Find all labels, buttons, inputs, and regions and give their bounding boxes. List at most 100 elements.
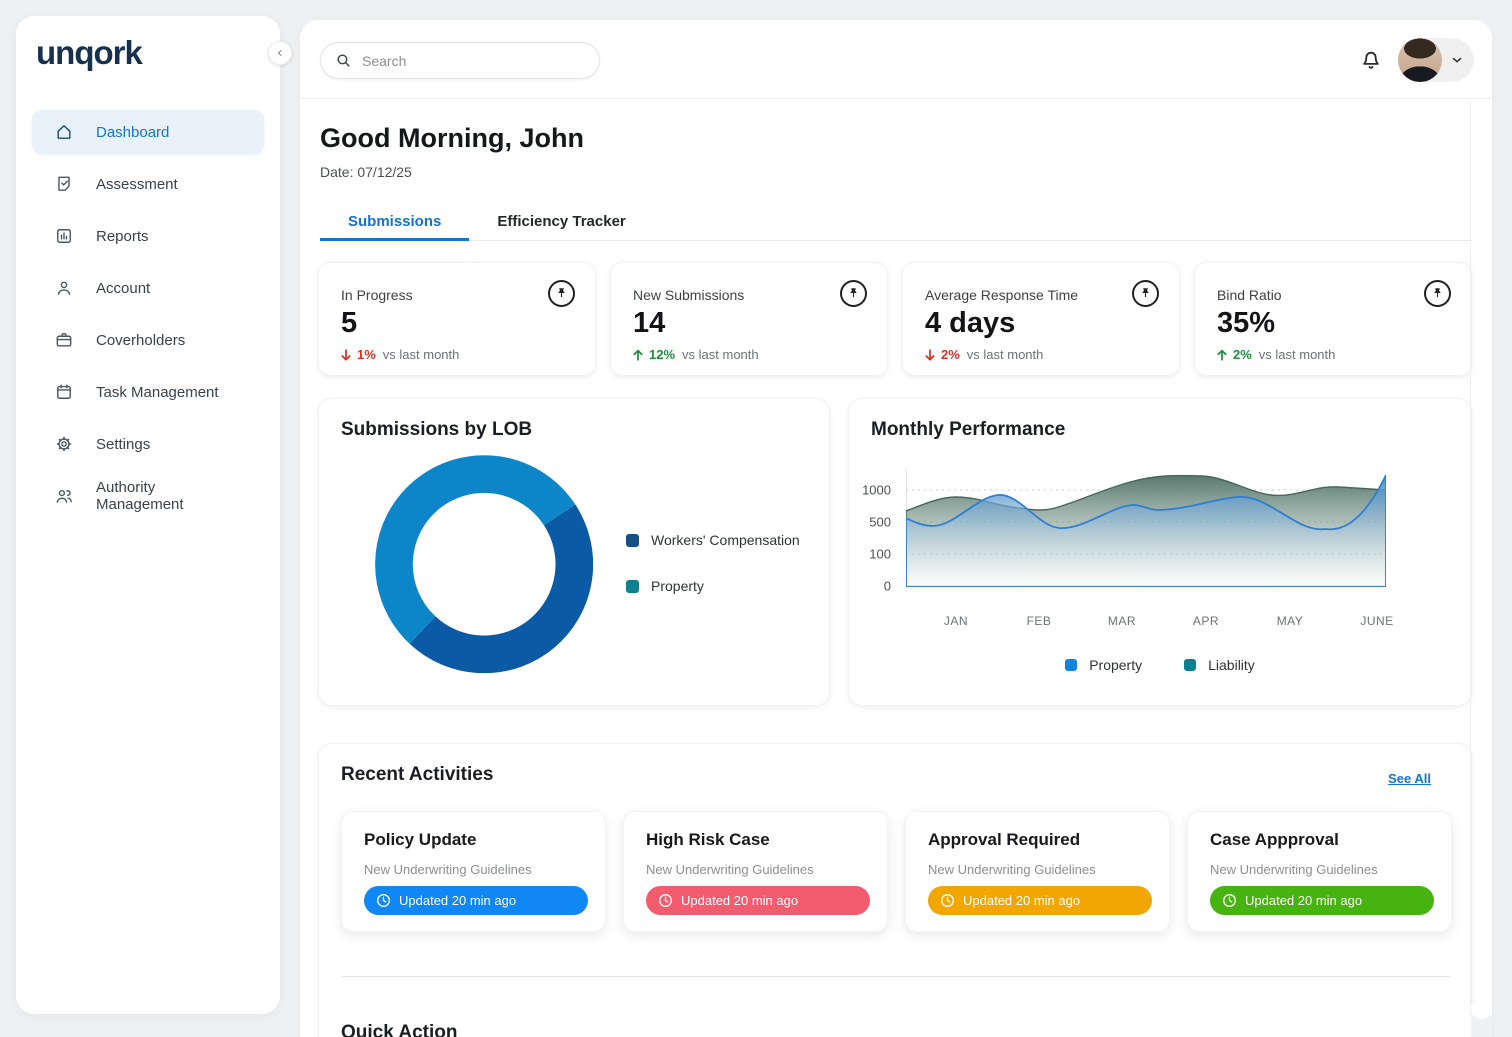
activity-status-badge[interactable]: Updated 20 min ago (928, 886, 1152, 915)
pin-icon[interactable] (1132, 280, 1159, 307)
activity-status-badge[interactable]: Updated 20 min ago (364, 886, 588, 915)
activity-subtitle: New Underwriting Guidelines (646, 862, 814, 877)
section-title: Recent Activities (341, 764, 493, 786)
clock-icon (940, 893, 955, 908)
user-menu[interactable] (1398, 38, 1474, 82)
sidebar-item-label: Account (96, 280, 150, 297)
stat-value: 5 (341, 307, 357, 340)
home-icon (54, 122, 74, 142)
legend-label: Liability (1208, 657, 1255, 673)
stat-delta: 2% vs last month (923, 347, 1043, 362)
delta-percent: 12% (649, 347, 675, 362)
main-panel: Good Morning, John Date: 07/12/25 Submis… (300, 20, 1492, 1037)
activity-title: High Risk Case (646, 830, 770, 850)
person-icon (54, 278, 74, 298)
legend-label: Property (651, 578, 704, 594)
area-chart (906, 461, 1386, 587)
legend-swatch (1184, 659, 1196, 671)
topbar (300, 20, 1492, 99)
delta-compare: vs last month (1259, 347, 1336, 362)
see-all-link[interactable]: See All (1388, 771, 1431, 786)
activity-card-approval-required[interactable]: Approval Required New Underwriting Guide… (905, 811, 1170, 932)
badge-label: Updated 20 min ago (1245, 893, 1362, 908)
delta-percent: 1% (357, 347, 376, 362)
pin-icon[interactable] (840, 280, 867, 307)
y-axis-tick: 0 (853, 579, 891, 594)
activity-title: Policy Update (364, 830, 476, 850)
stat-value: 14 (633, 307, 665, 340)
calendar-icon (54, 382, 74, 402)
badge-label: Updated 20 min ago (681, 893, 798, 908)
activity-card-policy-update[interactable]: Policy Update New Underwriting Guideline… (341, 811, 606, 932)
badge-label: Updated 20 min ago (399, 893, 516, 908)
legend-label: Workers' Compensation (651, 532, 800, 548)
sidebar-item-reports[interactable]: Reports (32, 214, 264, 258)
activity-card-case-approval[interactable]: Case Appproval New Underwriting Guidelin… (1187, 811, 1452, 932)
sidebar-item-label: Task Management (96, 384, 219, 401)
sidebar-item-assessment[interactable]: Assessment (32, 162, 264, 206)
donut-segment-property (394, 474, 560, 630)
stat-label: Bind Ratio (1217, 287, 1282, 303)
legend-item: Property (626, 578, 800, 594)
sidebar-collapse-button[interactable] (268, 41, 292, 65)
stat-delta: 2% vs last month (1215, 347, 1335, 362)
sidebar-item-coverholders[interactable]: Coverholders (32, 318, 264, 362)
sidebar: unqork Dashboard Assessment Reports (16, 16, 280, 1014)
stat-card-avg-response-time: Average Response Time 4 days 2% vs last … (902, 262, 1180, 376)
clock-icon (658, 893, 673, 908)
people-icon (54, 486, 74, 506)
delta-compare: vs last month (383, 347, 460, 362)
sidebar-nav: Dashboard Assessment Reports Account (32, 110, 264, 518)
tab-efficiency-tracker[interactable]: Efficiency Tracker (469, 205, 653, 241)
tab-submissions[interactable]: Submissions (320, 205, 469, 241)
legend-swatch (1065, 659, 1077, 671)
activity-subtitle: New Underwriting Guidelines (364, 862, 532, 877)
chart-title: Submissions by LOB (341, 419, 532, 441)
chevron-down-icon (1450, 53, 1464, 67)
donut-segment-workers-compensation (422, 515, 574, 655)
section-divider (341, 976, 1451, 977)
sidebar-item-label: Assessment (96, 176, 178, 193)
sidebar-item-label: Dashboard (96, 124, 169, 141)
sidebar-item-authority-management[interactable]: Authority Management (32, 474, 264, 518)
legend-item: Liability (1184, 657, 1255, 673)
delta-percent: 2% (941, 347, 960, 362)
activity-subtitle: New Underwriting Guidelines (1210, 862, 1378, 877)
y-axis-tick: 100 (853, 547, 891, 562)
activity-status-badge[interactable]: Updated 20 min ago (1210, 886, 1434, 915)
stat-delta: 12% vs last month (631, 347, 759, 362)
sidebar-item-task-management[interactable]: Task Management (32, 370, 264, 414)
pin-icon[interactable] (548, 280, 575, 307)
stat-label: New Submissions (633, 287, 744, 303)
search-icon (335, 52, 352, 69)
y-axis-tick: 1000 (853, 483, 891, 498)
submissions-by-lob-card: Submissions by LOB Workers' Compensation… (318, 398, 830, 706)
badge-label: Updated 20 min ago (963, 893, 1080, 908)
stat-card-new-submissions: New Submissions 14 12% vs last month (610, 262, 888, 376)
notification-bell-icon[interactable] (1358, 46, 1384, 72)
pin-icon[interactable] (1424, 280, 1451, 307)
legend-item: Workers' Compensation (626, 532, 800, 548)
sidebar-item-settings[interactable]: Settings (32, 422, 264, 466)
stat-label: In Progress (341, 287, 413, 303)
activity-card-high-risk-case[interactable]: High Risk Case New Underwriting Guidelin… (623, 811, 888, 932)
donut-legend: Workers' Compensation Property (626, 532, 800, 594)
sidebar-item-dashboard[interactable]: Dashboard (32, 110, 264, 154)
assessment-icon (54, 174, 74, 194)
arrow-down-icon (923, 348, 937, 362)
stat-card-in-progress: In Progress 5 1% vs last month (318, 262, 596, 376)
tab-bar: Submissions Efficiency Tracker (320, 205, 1472, 241)
delta-compare: vs last month (967, 347, 1044, 362)
avatar (1398, 38, 1442, 82)
activity-status-badge[interactable]: Updated 20 min ago (646, 886, 870, 915)
legend-swatch (626, 580, 639, 593)
sidebar-item-account[interactable]: Account (32, 266, 264, 310)
briefcase-icon (54, 330, 74, 350)
date-label: Date: 07/12/25 (320, 164, 412, 180)
arrow-up-icon (1215, 348, 1229, 362)
x-axis-tick: APR (1193, 614, 1219, 628)
search-input[interactable] (362, 53, 572, 69)
scrollbar-track[interactable] (1470, 100, 1471, 1015)
search-bar[interactable] (320, 42, 600, 79)
stat-delta: 1% vs last month (339, 347, 459, 362)
